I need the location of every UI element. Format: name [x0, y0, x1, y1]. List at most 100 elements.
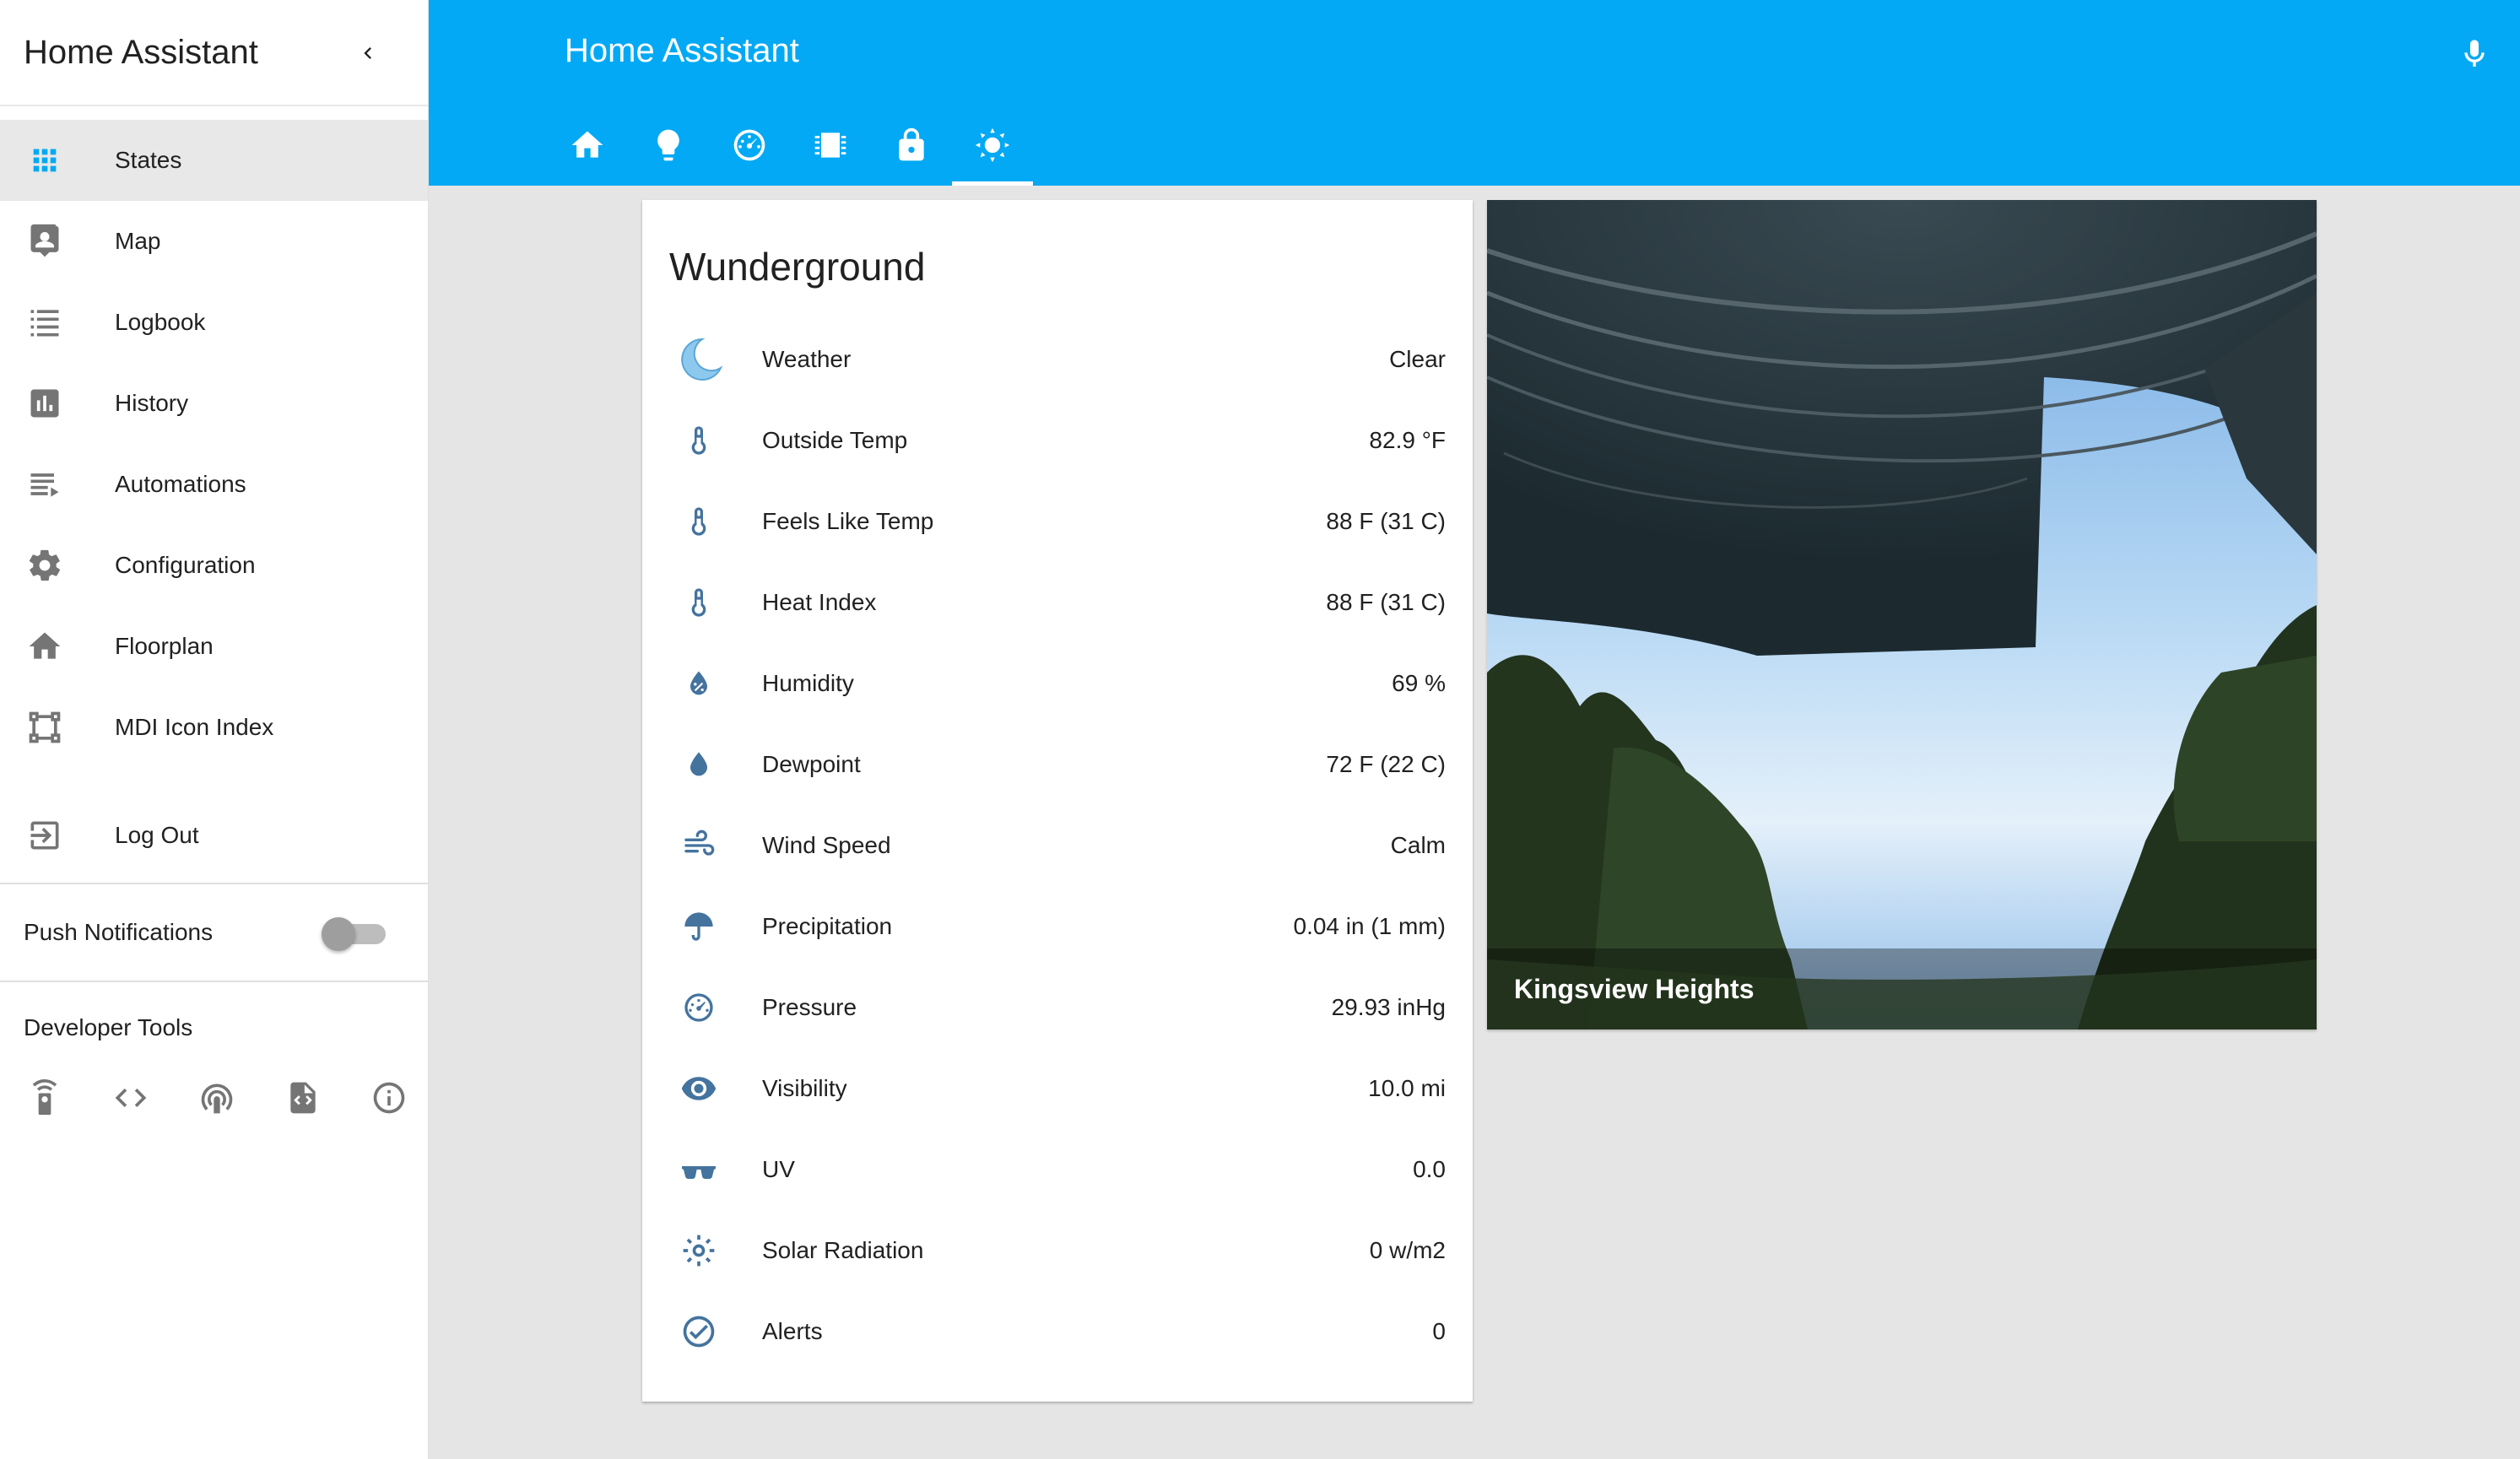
sensor-row-wind-speed[interactable]: Wind Speed Calm: [642, 805, 1473, 886]
sidebar-item-automations[interactable]: Automations: [0, 444, 428, 525]
tab-sensors[interactable]: [709, 105, 790, 186]
sidebar-item-label: Logbook: [115, 309, 206, 335]
sensor-row-feels-like-temp[interactable]: Feels Like Temp 88 F (31 C): [642, 481, 1473, 562]
tab-security[interactable]: [871, 105, 952, 186]
sidebar-title: Home Assistant: [24, 33, 258, 71]
chip-icon: [814, 132, 846, 158]
dev-tool-info[interactable]: [366, 1075, 412, 1121]
sensor-row-uv[interactable]: UV 0.0: [642, 1129, 1473, 1210]
account-location-icon: [22, 219, 68, 264]
sensor-label: Humidity: [762, 670, 854, 696]
sidebar-item-label: Floorplan: [115, 633, 214, 659]
push-notifications-label: Push Notifications: [24, 919, 214, 945]
sensor-row-pressure[interactable]: Pressure 29.93 inHg: [642, 967, 1473, 1048]
sun-icon: [975, 127, 1010, 163]
apps-grid-icon: [22, 138, 68, 183]
sidebar-item-label: States: [115, 147, 182, 173]
sensor-row-heat-index[interactable]: Heat Index 88 F (31 C): [642, 562, 1473, 643]
dev-tool-templates[interactable]: [108, 1075, 154, 1121]
sidebar-item-floorplan[interactable]: Floorplan: [0, 606, 428, 687]
dev-tool-states[interactable]: [280, 1075, 326, 1121]
camera-card[interactable]: Kingsview Heights: [1487, 200, 2317, 1029]
sidebar-header: Home Assistant: [0, 0, 428, 106]
sensor-row-weather[interactable]: Weather Clear: [642, 319, 1473, 400]
sidebar-item-logbook[interactable]: Logbook: [0, 282, 428, 363]
sensor-row-outside-temp[interactable]: Outside Temp 82.9 °F: [642, 400, 1473, 481]
moon-icon: [671, 332, 727, 387]
sensor-label: Visibility: [762, 1075, 847, 1101]
collapse-sidebar-button[interactable]: [348, 33, 388, 73]
chevron-left-icon: [364, 47, 371, 59]
sidebar-item-map[interactable]: Map: [0, 201, 428, 282]
sensor-row-dewpoint[interactable]: Dewpoint 72 F (22 C): [642, 724, 1473, 805]
sensor-label: Heat Index: [762, 589, 877, 615]
sensor-list: Weather Clear Outside Temp 82.9 °F Feels…: [642, 319, 1473, 1372]
sensor-label: Outside Temp: [762, 427, 908, 453]
sensor-value: 72 F (22 C): [1326, 751, 1446, 777]
wunderground-card: Wunderground Weather Clear Outside Temp …: [642, 200, 1473, 1402]
sidebar: Home Assistant States Map Logbook Histor…: [0, 0, 429, 1459]
view-tabs: [547, 105, 1033, 186]
voice-command-button[interactable]: [2451, 30, 2498, 78]
push-notifications-toggle[interactable]: [322, 917, 386, 951]
sidebar-item-label: Configuration: [115, 552, 256, 578]
card-title: Wunderground: [669, 245, 926, 289]
microphone-icon: [2464, 40, 2485, 67]
sensor-row-precipitation[interactable]: Precipitation 0.04 in (1 mm): [642, 886, 1473, 967]
tab-devices[interactable]: [790, 105, 871, 186]
developer-tools-title: Developer Tools: [24, 1014, 193, 1040]
sidebar-item-mdi-icon-index[interactable]: MDI Icon Index: [0, 687, 428, 768]
tab-home[interactable]: [547, 105, 628, 186]
remote-icon: [32, 1079, 57, 1116]
top-bar: Home Assistant: [429, 0, 2520, 186]
dev-tool-services[interactable]: [22, 1075, 68, 1121]
sensor-value: Calm: [1390, 832, 1446, 858]
sensor-value: 0: [1432, 1318, 1446, 1344]
sunglasses-icon: [671, 1142, 727, 1197]
sensor-row-alerts[interactable]: Alerts 0: [642, 1291, 1473, 1372]
sidebar-item-states[interactable]: States: [0, 120, 428, 201]
sensor-label: Precipitation: [762, 913, 893, 939]
code-tags-icon: [115, 1089, 147, 1107]
tab-lights[interactable]: [628, 105, 709, 186]
eye-icon: [671, 1061, 727, 1116]
sensor-label: Feels Like Temp: [762, 508, 934, 534]
sidebar-item-configuration[interactable]: Configuration: [0, 525, 428, 606]
sensor-label: Alerts: [762, 1318, 823, 1344]
home-icon: [22, 624, 68, 669]
sensor-row-solar-radiation[interactable]: Solar Radiation 0 w/m2: [642, 1210, 1473, 1291]
sensor-value: 88 F (31 C): [1326, 508, 1446, 534]
sensor-row-visibility[interactable]: Visibility 10.0 mi: [642, 1048, 1473, 1129]
lightbulb-icon: [657, 129, 679, 161]
sensor-label: Dewpoint: [762, 751, 861, 777]
toggle-thumb: [322, 917, 355, 951]
sidebar-item-label: MDI Icon Index: [115, 714, 274, 740]
water-drop-icon: [671, 737, 727, 792]
push-notifications-row: Push Notifications: [0, 884, 428, 981]
format-list-bulleted-icon: [22, 300, 68, 345]
sensor-label: Wind Speed: [762, 832, 891, 858]
sensor-value: 29.93 inHg: [1331, 994, 1446, 1020]
sidebar-item-label: Map: [115, 228, 161, 254]
developer-tools: [0, 1041, 428, 1121]
sidebar-item-logout[interactable]: Log Out: [0, 795, 428, 876]
information-outline-icon: [373, 1082, 405, 1114]
broadcast-icon: [201, 1083, 233, 1114]
sensor-label: Weather: [762, 346, 852, 372]
umbrella-icon: [671, 899, 727, 954]
vector-square-icon: [22, 705, 68, 750]
sensor-value: 69 %: [1392, 670, 1446, 696]
sensor-value: 10.0 mi: [1368, 1075, 1446, 1101]
settings-gear-icon: [22, 543, 68, 588]
sensor-label: Pressure: [762, 994, 857, 1020]
logout-label: Log Out: [115, 822, 199, 848]
sidebar-item-history[interactable]: History: [0, 363, 428, 444]
sensor-value: 0 w/m2: [1369, 1237, 1446, 1263]
thermometer-icon: [671, 575, 727, 630]
sensor-row-humidity[interactable]: Humidity 69 %: [642, 643, 1473, 724]
dev-tool-events[interactable]: [194, 1075, 240, 1121]
poll-box-icon: [22, 381, 68, 426]
white-balance-sunny-icon: [671, 1223, 727, 1278]
tab-weather[interactable]: [952, 105, 1033, 186]
